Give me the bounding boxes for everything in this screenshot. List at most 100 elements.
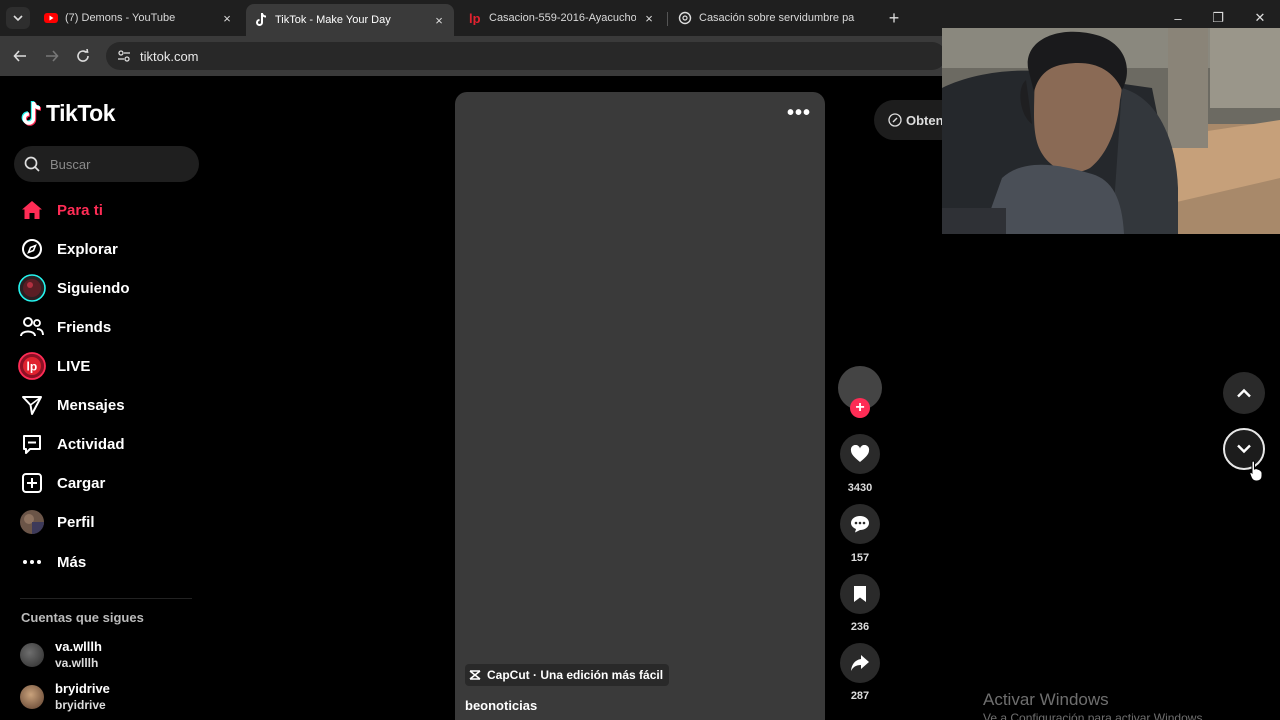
tiktok-note-icon [21, 100, 42, 126]
following-account[interactable]: va.wlllh va.wlllh [20, 639, 102, 671]
nav-friends[interactable]: Friends [18, 311, 198, 343]
reload-button[interactable] [71, 44, 95, 68]
previous-video-button[interactable] [1223, 372, 1265, 414]
tab-tiktok[interactable]: TikTok - Make Your Day × [246, 4, 454, 36]
close-window-button[interactable]: ✕ [1250, 8, 1270, 28]
nav-label: Más [57, 553, 87, 571]
reload-icon [77, 49, 89, 62]
site-settings-icon[interactable] [110, 49, 138, 63]
live-icon: lp [18, 352, 46, 380]
webcam-overlay [942, 28, 1280, 234]
tab-title: Casación sobre servidumbre pa [699, 12, 855, 24]
tab-title: (7) Demons - YouTube [65, 12, 176, 24]
chevron-down-icon [1237, 444, 1251, 454]
share-button[interactable] [840, 643, 880, 683]
nav-label: Mensajes [57, 396, 125, 414]
maximize-button[interactable]: ❐ [1208, 8, 1228, 28]
video-author[interactable]: beonoticias [465, 698, 537, 713]
share-arrow-icon [851, 655, 869, 671]
tab-title: TikTok - Make Your Day [275, 14, 391, 26]
tab-casacion-pdf[interactable]: lp Casacion-559-2016-Ayacucho-L × [460, 4, 664, 32]
nav-explorar[interactable]: Explorar [18, 233, 198, 265]
comment-button[interactable] [840, 504, 880, 544]
heart-icon [850, 445, 870, 462]
sidebar-divider [20, 598, 192, 599]
bookmark-icon [854, 586, 866, 602]
tab-youtube[interactable]: (7) Demons - YouTube × [36, 4, 242, 32]
search-icon [14, 156, 50, 172]
nav-para-ti[interactable]: Para ti [18, 194, 198, 226]
address-bar[interactable]: tiktok.com [106, 42, 946, 70]
activity-icon [18, 430, 46, 458]
mouse-pointer-icon [1249, 460, 1263, 487]
compass-icon [18, 235, 46, 263]
tab-search-button[interactable] [6, 7, 30, 29]
account-nickname: va.wlllh [55, 656, 99, 670]
nav-label: Actividad [57, 435, 125, 453]
account-username: va.wlllh [55, 639, 102, 654]
avatar [20, 685, 44, 709]
windows-activation-subtitle: Ve a Configuración para activar Windows. [983, 711, 1206, 720]
home-icon [18, 196, 46, 224]
chevron-up-icon [1237, 388, 1251, 398]
follow-button[interactable]: + [850, 398, 870, 418]
nav-perfil[interactable]: Perfil [18, 506, 198, 538]
save-button[interactable] [840, 574, 880, 614]
avatar [20, 643, 44, 667]
arrow-left-icon [13, 50, 26, 62]
following-heading: Cuentas que sigues [21, 610, 144, 625]
account-username: bryidrive [55, 681, 110, 696]
capcut-label: CapCut · Una edición más fácil [487, 668, 664, 682]
following-account[interactable]: bryidrive bryidrive [20, 681, 110, 713]
nav-label: LIVE [57, 357, 91, 375]
nav-label: Perfil [57, 513, 95, 531]
arrow-right-icon [46, 50, 59, 62]
new-tab-button[interactable]: + [884, 8, 904, 28]
close-tab-icon[interactable]: × [220, 11, 234, 26]
share-count: 287 [850, 690, 870, 702]
video-more-button[interactable]: ••• [787, 102, 811, 125]
nav-live[interactable]: lp LIVE [18, 350, 198, 382]
upload-icon [18, 469, 46, 497]
lp-icon: lp [468, 11, 482, 25]
tiktok-logo[interactable]: TikTok [20, 100, 116, 127]
forward-button[interactable] [40, 44, 64, 68]
chatgpt-icon [678, 11, 692, 25]
nav-actividad[interactable]: Actividad [18, 428, 198, 460]
nav-label: Explorar [57, 240, 118, 258]
send-icon [18, 391, 46, 419]
tiktok-wordmark: TikTok [46, 100, 116, 126]
nav-label: Siguiendo [57, 279, 130, 297]
save-count: 236 [850, 621, 870, 633]
profile-avatar-icon [18, 508, 46, 536]
nav-mas[interactable]: Más [18, 546, 198, 578]
more-dots-icon [18, 548, 46, 576]
nav-cargar[interactable]: Cargar [18, 467, 198, 499]
like-button[interactable] [840, 434, 880, 474]
search-input[interactable] [50, 156, 190, 172]
following-avatar-icon [18, 274, 46, 302]
nav-label: Friends [57, 318, 112, 336]
youtube-icon [44, 11, 58, 25]
like-count: 3430 [847, 482, 873, 494]
back-button[interactable] [8, 44, 32, 68]
nav-mensajes[interactable]: Mensajes [18, 389, 198, 421]
search-box[interactable] [14, 146, 199, 182]
tab-separator [667, 12, 668, 26]
close-tab-icon[interactable]: × [432, 13, 446, 28]
link-icon [888, 113, 902, 127]
tiktok-icon [254, 13, 268, 27]
capcut-anchor-link[interactable]: CapCut · Una edición más fácil [465, 664, 670, 686]
url-text: tiktok.com [140, 48, 199, 64]
tab-title: Casacion-559-2016-Ayacucho-L [489, 12, 636, 24]
close-tab-icon[interactable]: × [642, 11, 656, 26]
nav-siguiendo[interactable]: Siguiendo [18, 272, 198, 304]
video-player[interactable]: ••• CapCut · Una edición más fácil beono… [455, 92, 825, 720]
comment-icon [851, 516, 869, 533]
minimize-button[interactable]: – [1168, 8, 1188, 28]
nav-label: Para ti [57, 201, 103, 219]
webcam-feed [942, 28, 1280, 234]
tab-chatgpt[interactable]: Casación sobre servidumbre pa [670, 4, 876, 32]
capcut-icon [469, 670, 481, 680]
get-app-label: Obten [906, 112, 944, 128]
